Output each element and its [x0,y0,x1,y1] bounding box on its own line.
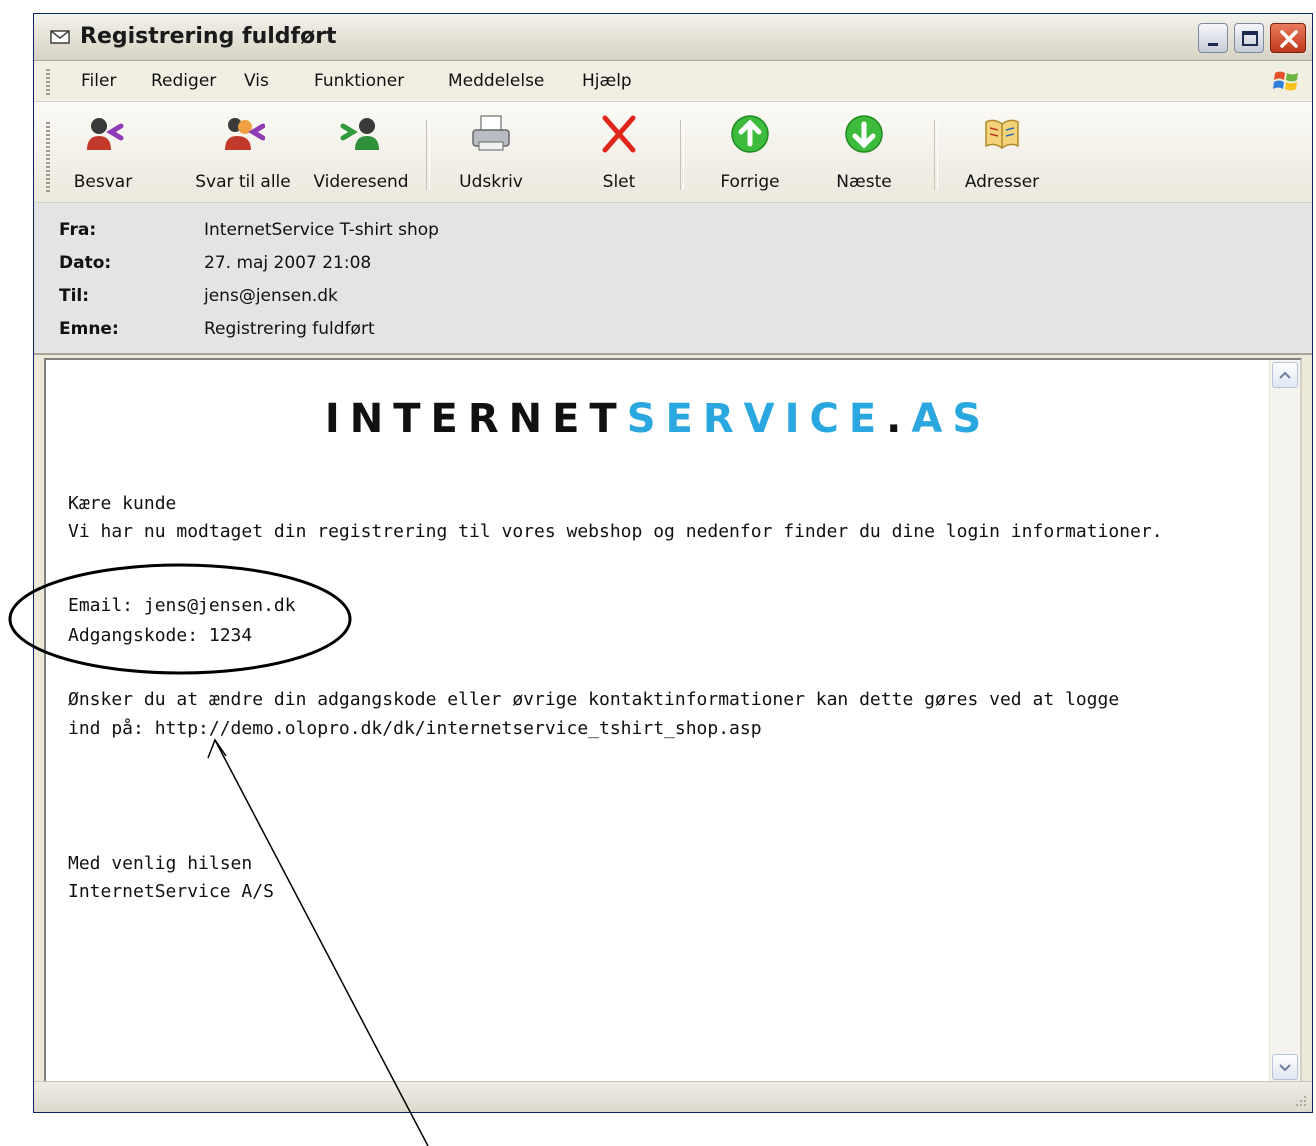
reply-all-icon [225,118,265,150]
envelope-icon [50,30,70,44]
print-label: Udskriv [459,172,523,192]
greeting-text: Kære kunde [68,493,177,514]
menu-grip [46,69,50,95]
menu-filer[interactable]: Filer [81,71,116,91]
reply-label: Besvar [73,172,133,192]
message-headers: Fra: InternetService T-shirt shop Dato: … [34,203,1312,355]
toolbar: Besvar Svar til alle Videresend Udskriv … [34,102,1312,203]
toolbar-separator [426,120,430,190]
reply-all-label: Svar til alle [195,172,291,192]
message-body[interactable]: INTERNETSERVICE.AS Kære kunde Vi har nu … [44,358,1302,1084]
logo-as: AS [911,396,992,442]
subject-label: Emne: [59,319,119,339]
to-value[interactable]: jens@jensen.dk [204,286,338,306]
maximize-icon [1242,31,1258,46]
toolbar-separator [934,120,938,190]
intro-text: Vi har nu modtaget din registrering til … [68,521,1163,542]
signature-text: InternetService A/S [68,881,274,902]
next-button[interactable]: Næste [824,108,904,196]
date-value: 27. maj 2007 21:08 [204,253,372,273]
printer-icon [472,115,510,151]
toolbar-separator [680,120,684,190]
scroll-up-button[interactable] [1272,362,1298,388]
previous-icon [731,115,769,153]
menu-funktioner[interactable]: Funktioner [314,71,404,91]
forward-button[interactable]: Videresend [306,108,416,196]
chevron-up-icon [1279,371,1291,379]
addresses-label: Adresser [964,172,1040,192]
close-button[interactable] [1270,23,1306,53]
forward-label: Videresend [313,172,409,192]
previous-label: Forrige [720,172,780,192]
company-logo: INTERNETSERVICE.AS [46,396,1270,442]
email-line: Email: jens@jensen.dk [68,595,296,616]
menu-hjaelp[interactable]: Hjælp [582,71,632,91]
vertical-scrollbar[interactable] [1269,360,1300,1082]
minimize-icon [1208,43,1218,46]
status-bar [34,1081,1312,1112]
to-label: Til: [59,286,90,306]
maximize-button[interactable] [1234,23,1264,53]
forward-icon [340,118,379,150]
delete-label: Slet [602,172,636,192]
title-bar[interactable]: Registrering fuldført [34,14,1312,61]
toolbar-grip [46,122,50,192]
change-info-text-1: Ønsker du at ændre din adgangskode eller… [68,689,1120,710]
menu-vis[interactable]: Vis [244,71,269,91]
minimize-button[interactable] [1198,23,1228,53]
window-title: Registrering fuldført [80,24,337,49]
closing-text: Med venlig hilsen [68,853,253,874]
change-info-text-2[interactable]: ind på: http://demo.olopro.dk/dk/interne… [68,715,762,743]
reply-icon [87,118,124,150]
from-label: Fra: [59,220,97,240]
reply-all-button[interactable]: Svar til alle [180,108,306,196]
resize-grip-icon[interactable] [1292,1092,1308,1108]
menu-meddelelse[interactable]: Meddelelse [448,71,544,91]
delete-icon [602,115,636,153]
address-book-icon [985,119,1019,149]
password-line: Adgangskode: 1234 [68,625,253,646]
next-label: Næste [836,172,892,192]
mail-window: Registrering fuldført Filer Rediger Vis … [33,13,1313,1113]
logo-dot: . [886,396,912,442]
delete-button[interactable]: Slet [574,108,664,196]
logo-service: SERVICE [626,396,887,442]
menu-bar: Filer Rediger Vis Funktioner Meddelelse … [34,61,1312,102]
from-value[interactable]: InternetService T-shirt shop [204,220,439,240]
windows-logo-icon [1273,71,1298,91]
previous-button[interactable]: Forrige [704,108,796,196]
date-label: Dato: [59,253,112,273]
logo-internet: INTERNET [324,396,627,442]
reply-button[interactable]: Besvar [58,108,148,196]
chevron-down-icon [1279,1064,1291,1072]
close-icon [1280,30,1298,48]
addresses-button[interactable]: Adresser [952,108,1052,196]
subject-value: Registrering fuldført [204,319,375,339]
menu-rediger[interactable]: Rediger [151,71,216,91]
next-icon [845,115,883,153]
scroll-down-button[interactable] [1272,1054,1298,1080]
print-button[interactable]: Udskriv [446,108,536,196]
